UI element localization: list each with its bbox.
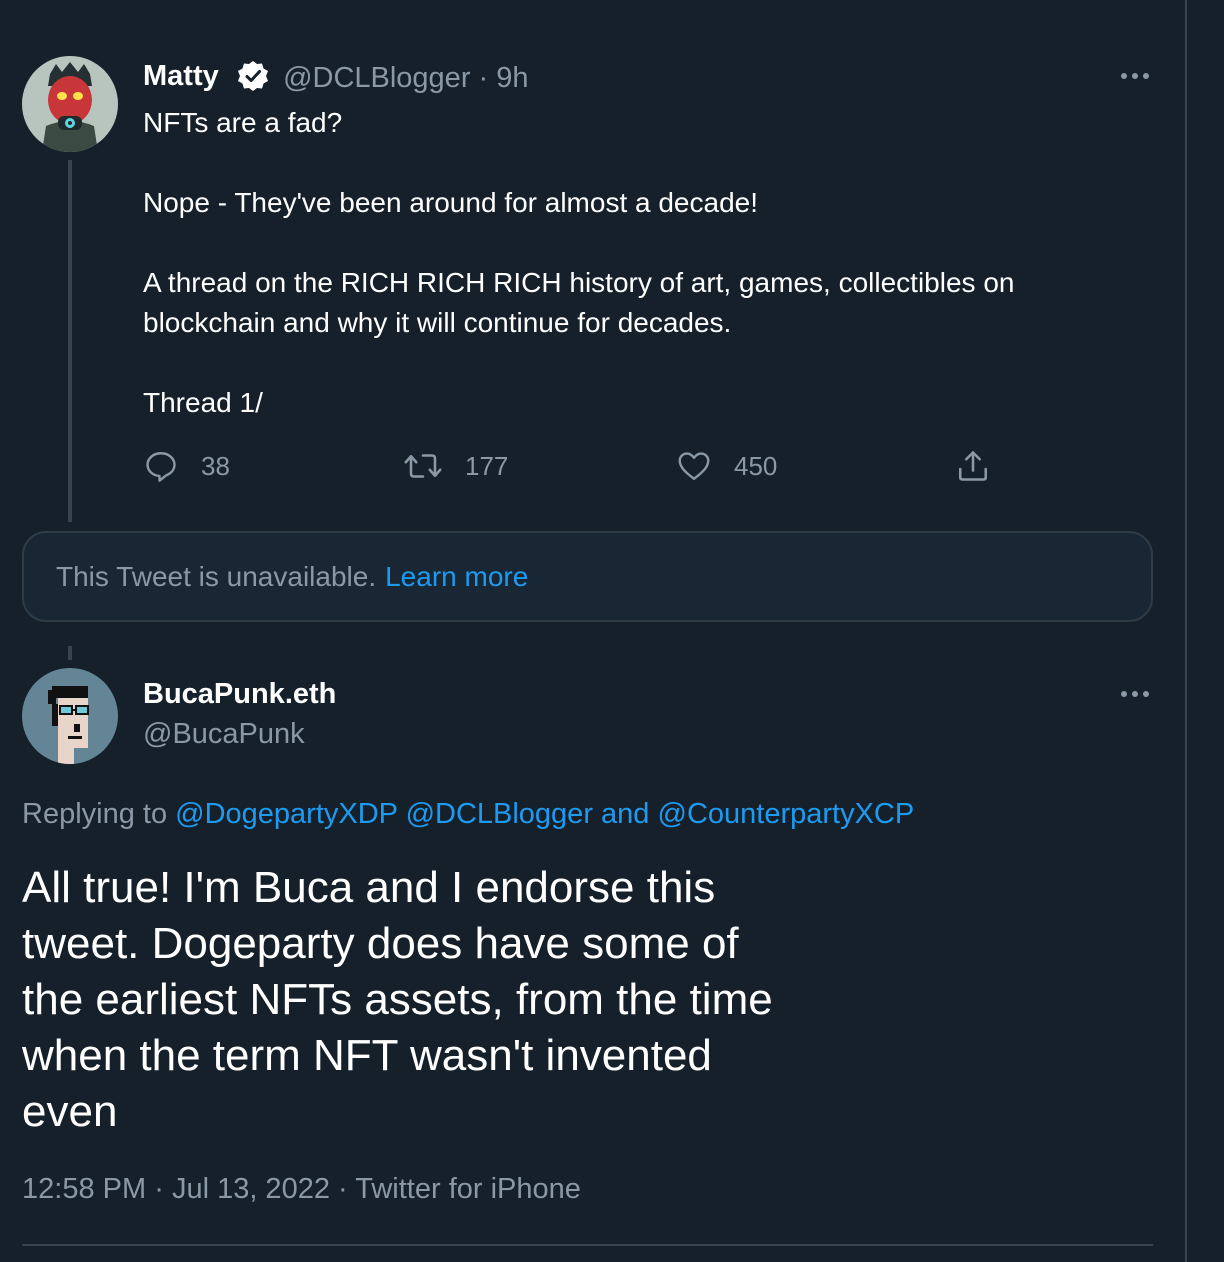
- tweet-line: A thread on the RICH RICH RICH history o…: [143, 267, 1015, 338]
- reply-author-name[interactable]: BucaPunk.eth: [143, 678, 336, 711]
- tweet-time[interactable]: 9h: [496, 62, 528, 94]
- matty-avatar[interactable]: [22, 56, 118, 152]
- share-button[interactable]: [955, 446, 1013, 486]
- mention-dclblogger[interactable]: @DCLBlogger: [406, 798, 593, 830]
- like-button[interactable]: 450: [676, 446, 777, 486]
- retweet-icon: [404, 454, 442, 478]
- column-border: [1185, 0, 1187, 1262]
- matty-avatar-image: [22, 56, 118, 152]
- reply-more-options-icon[interactable]: [1115, 684, 1155, 704]
- thread-line-short: [68, 646, 72, 660]
- tweet-line: Thread 1/: [143, 387, 263, 418]
- meta-separator: ·: [154, 1173, 164, 1205]
- retweet-button[interactable]: 177: [403, 446, 508, 486]
- reply-count: 38: [201, 450, 230, 481]
- tweet-source: Twitter for iPhone: [355, 1173, 581, 1205]
- reply-icon: [146, 452, 176, 482]
- tweet-timestamp[interactable]: 12:58 PM: [22, 1173, 146, 1205]
- mention-and: and: [601, 798, 650, 830]
- unavailable-tweet-card: This Tweet is unavailable. Learn more: [22, 531, 1153, 622]
- share-icon: [958, 451, 988, 481]
- reply-button[interactable]: 38: [143, 446, 230, 486]
- retweet-count: 177: [465, 450, 509, 481]
- meta-separator: ·: [338, 1173, 348, 1205]
- tweet-metadata: 12:58 PM · Jul 13, 2022 · Twitter for iP…: [22, 1173, 581, 1206]
- reply-tweet-text: All true! I'm Buca and I endorse this tw…: [22, 863, 773, 1136]
- bucapunk-avatar-image: [22, 668, 118, 764]
- like-count: 450: [734, 450, 778, 481]
- mention-dogepartyxdp[interactable]: @DogepartyXDP: [175, 798, 397, 830]
- mention-counterpartyxcp[interactable]: @CounterpartyXCP: [658, 798, 915, 830]
- tweet-line: Nope - They've been around for almost a …: [143, 187, 758, 218]
- dot-separator: ·: [478, 62, 489, 94]
- replying-to: Replying to @DogepartyXDP @DCLBlogger an…: [22, 798, 914, 831]
- thread-line: [68, 160, 72, 522]
- more-options-icon[interactable]: [1115, 66, 1155, 86]
- author-meta: @DCLBlogger · 9h: [231, 60, 529, 100]
- replying-to-prefix: Replying to: [22, 798, 168, 830]
- author-name[interactable]: Matty: [143, 60, 219, 93]
- divider: [22, 1244, 1153, 1246]
- tweet-line: NFTs are a fad?: [143, 107, 343, 138]
- unavailable-text: This Tweet is unavailable.: [56, 560, 377, 592]
- heart-icon: [678, 452, 710, 480]
- reply-author-handle[interactable]: @BucaPunk: [143, 718, 305, 751]
- tweet-text: NFTs are a fad? Nope - They've been arou…: [143, 103, 1123, 423]
- bucapunk-avatar[interactable]: [22, 668, 118, 764]
- learn-more-link[interactable]: Learn more: [385, 561, 528, 593]
- author-handle[interactable]: @DCLBlogger: [283, 62, 470, 94]
- tweet-date[interactable]: Jul 13, 2022: [172, 1173, 330, 1205]
- verified-badge-icon: [237, 60, 269, 100]
